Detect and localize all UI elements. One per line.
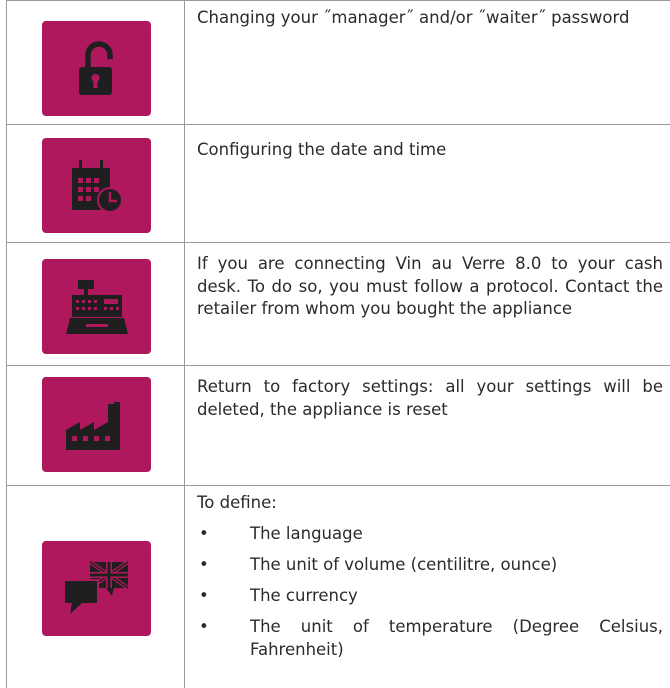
table-row-cash-desk: If you are connecting Vin au Verre 8.0 t… bbox=[7, 242, 670, 365]
row-description: Return to factory settings: all your set… bbox=[197, 377, 663, 419]
list-item: • The unit of temperature (Degree Celsius… bbox=[199, 617, 663, 659]
table-row-factory-reset: Return to factory settings: all your set… bbox=[7, 365, 670, 485]
list-intro: To define: bbox=[197, 493, 277, 512]
cash-register-icon bbox=[42, 259, 151, 354]
bullet: • bbox=[199, 555, 209, 574]
row-description: If you are connecting Vin au Verre 8.0 t… bbox=[197, 254, 663, 318]
table-row-preferences: To define: • The language • The unit of vo… bbox=[7, 485, 670, 688]
bullet: • bbox=[199, 524, 209, 543]
factory-icon bbox=[42, 377, 151, 472]
list-item: • The language bbox=[197, 523, 663, 546]
list-item: • The currency bbox=[197, 585, 663, 608]
bullet: • bbox=[199, 586, 209, 605]
language-speech-bubbles-flag-icon bbox=[42, 541, 151, 636]
table-row-date-time: Configuring the date and time bbox=[7, 124, 670, 242]
calendar-clock-icon bbox=[42, 138, 151, 233]
bullet: • bbox=[199, 617, 209, 636]
table-row-password: Changing your ˝manager˝ and/or ˝waiter˝ … bbox=[7, 0, 670, 124]
settings-table: Changing your ˝manager˝ and/or ˝waiter˝ … bbox=[6, 0, 670, 688]
row-description-list: To define: • The language • The unit of vo… bbox=[197, 492, 663, 661]
settings-list: • The language • The unit of volume (centi… bbox=[197, 523, 663, 661]
row-description: Changing your ˝manager˝ and/or ˝waiter˝ … bbox=[197, 8, 630, 27]
list-item: • The unit of volume (centilitre, ounce) bbox=[197, 554, 663, 577]
unlocked-padlock-icon bbox=[42, 21, 151, 116]
row-description: Configuring the date and time bbox=[197, 140, 447, 159]
